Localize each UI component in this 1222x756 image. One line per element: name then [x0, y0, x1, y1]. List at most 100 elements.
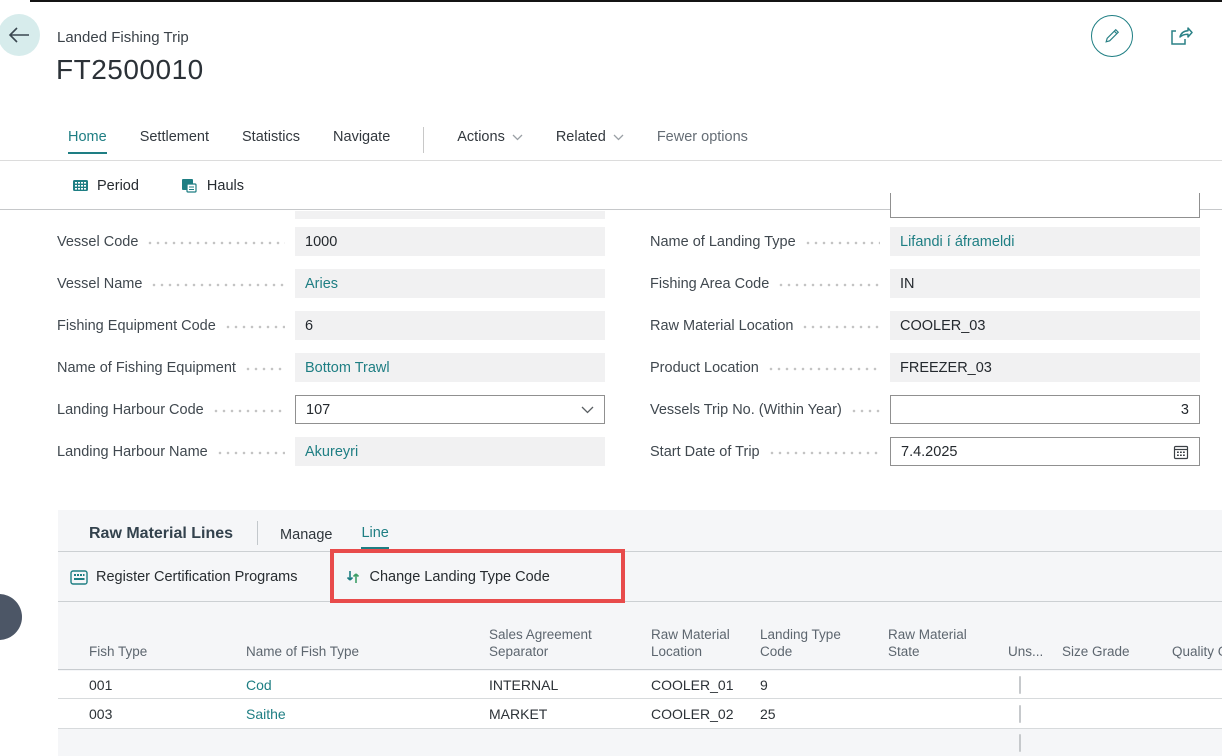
- tab-line[interactable]: Line: [361, 525, 388, 549]
- tab-manage[interactable]: Manage: [280, 527, 332, 549]
- dotted-leader: [804, 227, 880, 256]
- share-icon: [1167, 23, 1193, 49]
- table-row[interactable]: 003 Saithe MARKET COOLER_02 25: [58, 699, 1222, 729]
- hauls-button-label: Hauls: [207, 178, 244, 194]
- landing-harbour-name-link[interactable]: Akureyri: [295, 437, 605, 466]
- unsorted-checkbox[interactable]: [1019, 676, 1021, 694]
- period-grid-icon: [72, 177, 89, 194]
- tab-settlement[interactable]: Settlement: [140, 129, 209, 152]
- field-start-date-of-trip: Start Date of Trip 7.4.2025: [650, 437, 1200, 466]
- field-label: Start Date of Trip: [650, 444, 760, 460]
- period-button-label: Period: [97, 178, 139, 194]
- col-quality-grade[interactable]: Quality Grade: [1172, 643, 1222, 669]
- chevron-down-icon[interactable]: [581, 406, 594, 414]
- cell-raw-material-location[interactable]: COOLER_02: [651, 706, 760, 722]
- fishing-equipment-name-link[interactable]: Bottom Trawl: [295, 353, 605, 382]
- page-caption: Landed Fishing Trip: [57, 29, 189, 46]
- dotted-leader: [777, 269, 880, 298]
- field-vessel-code: Vessel Code 1000: [57, 227, 605, 256]
- landing-harbour-code-input[interactable]: 107: [295, 395, 605, 424]
- col-unsorted[interactable]: Uns...: [1008, 643, 1062, 669]
- hauls-button[interactable]: Hauls: [181, 177, 244, 194]
- change-landing-type-code-button[interactable]: Change Landing Type Code: [345, 569, 549, 585]
- form-right-column: Name of Landing Type Lifandi í áframeldi…: [650, 227, 1200, 479]
- col-raw-material-location[interactable]: Raw Material Location: [651, 626, 743, 669]
- window-top-edge: [30, 0, 1222, 2]
- actions-menu-label: Actions: [457, 129, 505, 145]
- field-label: Raw Material Location: [650, 318, 793, 334]
- fishing-equipment-code-value: 6: [295, 311, 605, 340]
- field-label: Landing Harbour Name: [57, 444, 208, 460]
- cutoff-field-right[interactable]: [890, 193, 1200, 218]
- field-label: Name of Landing Type: [650, 234, 796, 250]
- table-row-empty[interactable]: [58, 729, 1222, 756]
- unsorted-checkbox[interactable]: [1019, 705, 1021, 723]
- start-date-input[interactable]: 7.4.2025: [890, 437, 1200, 466]
- cell-landing-type-code[interactable]: 25: [760, 706, 888, 722]
- col-landing-type-code[interactable]: Landing Type Code: [760, 626, 852, 669]
- calendar-icon[interactable]: [1173, 444, 1189, 460]
- share-button[interactable]: [1166, 22, 1194, 50]
- field-vessel-name: Vessel Name Aries: [57, 269, 605, 298]
- tab-navigate[interactable]: Navigate: [333, 129, 390, 152]
- cell-fish-type[interactable]: 003: [89, 706, 246, 722]
- landing-type-name-link[interactable]: Lifandi í áframeldi: [890, 227, 1200, 256]
- col-name-of-fish-type[interactable]: Name of Fish Type: [246, 643, 489, 669]
- cell-fish-type[interactable]: 001: [89, 677, 246, 693]
- raw-material-location-value: COOLER_03: [890, 311, 1200, 340]
- field-landing-harbour-code: Landing Harbour Code 107: [57, 395, 605, 424]
- actions-menu[interactable]: Actions: [457, 129, 523, 145]
- chevron-down-icon: [613, 134, 624, 141]
- cell-landing-type-code[interactable]: 9: [760, 677, 888, 693]
- ribbon: Period Hauls: [72, 177, 244, 194]
- col-raw-material-state[interactable]: Raw Material State: [888, 626, 980, 669]
- page-title: FT2500010: [56, 54, 204, 86]
- related-menu-label: Related: [556, 129, 606, 145]
- raw-material-lines-section: Raw Material Lines Manage Line Register …: [58, 510, 1222, 756]
- section-divider: [257, 521, 258, 545]
- field-label: Product Location: [650, 360, 759, 376]
- register-certification-programs-button[interactable]: Register Certification Programs: [70, 569, 297, 585]
- edge-tab-button[interactable]: [0, 594, 22, 640]
- cell-sales-agreement[interactable]: INTERNAL: [489, 677, 651, 693]
- pencil-icon: [1102, 26, 1122, 46]
- cell-fish-name-link[interactable]: Cod: [246, 677, 489, 693]
- section-title[interactable]: Raw Material Lines: [89, 525, 233, 549]
- field-label: Landing Harbour Code: [57, 402, 204, 418]
- field-fishing-area-code: Fishing Area Code IN: [650, 269, 1200, 298]
- register-certification-programs-label: Register Certification Programs: [96, 569, 297, 585]
- table-row[interactable]: 001 Cod INTERNAL COOLER_01 9: [58, 671, 1222, 699]
- dotted-leader: [216, 437, 285, 466]
- field-label: Vessels Trip No. (Within Year): [650, 402, 842, 418]
- section-header: Raw Material Lines Manage Line: [89, 521, 418, 549]
- arrow-left-icon: [8, 27, 30, 43]
- product-location-value: FREEZER_03: [890, 353, 1200, 382]
- actions-bar-underline: [58, 601, 1222, 602]
- tab-statistics[interactable]: Statistics: [242, 129, 300, 152]
- unsorted-checkbox[interactable]: [1019, 734, 1021, 752]
- cell-sales-agreement[interactable]: MARKET: [489, 706, 651, 722]
- field-label: Name of Fishing Equipment: [57, 360, 236, 376]
- menu-divider: [423, 127, 424, 153]
- fewer-options-button[interactable]: Fewer options: [657, 129, 748, 145]
- period-button[interactable]: Period: [72, 177, 139, 194]
- dotted-leader: [224, 311, 285, 340]
- dotted-leader: [850, 395, 880, 424]
- edit-button[interactable]: [1091, 15, 1133, 57]
- col-sales-agreement-separator[interactable]: Sales Agreement Separator: [489, 626, 607, 669]
- dotted-leader: [146, 227, 285, 256]
- cell-fish-name-link[interactable]: Saithe: [246, 706, 489, 722]
- field-name-of-fishing-equipment: Name of Fishing Equipment Bottom Trawl: [57, 353, 605, 382]
- vessels-trip-no-input[interactable]: 3: [890, 395, 1200, 424]
- certification-icon: [70, 570, 88, 585]
- related-menu[interactable]: Related: [556, 129, 624, 145]
- col-size-grade[interactable]: Size Grade: [1062, 643, 1172, 669]
- vessel-name-link[interactable]: Aries: [295, 269, 605, 298]
- tab-home[interactable]: Home: [68, 129, 107, 154]
- col-fish-type[interactable]: Fish Type: [89, 643, 246, 669]
- back-button[interactable]: [0, 14, 40, 56]
- vessel-code-value: 1000: [295, 227, 605, 256]
- menu-underline: [0, 160, 1222, 161]
- form-left-column: Vessel Code 1000 Vessel Name Aries Fishi…: [57, 227, 605, 479]
- cell-raw-material-location[interactable]: COOLER_01: [651, 677, 760, 693]
